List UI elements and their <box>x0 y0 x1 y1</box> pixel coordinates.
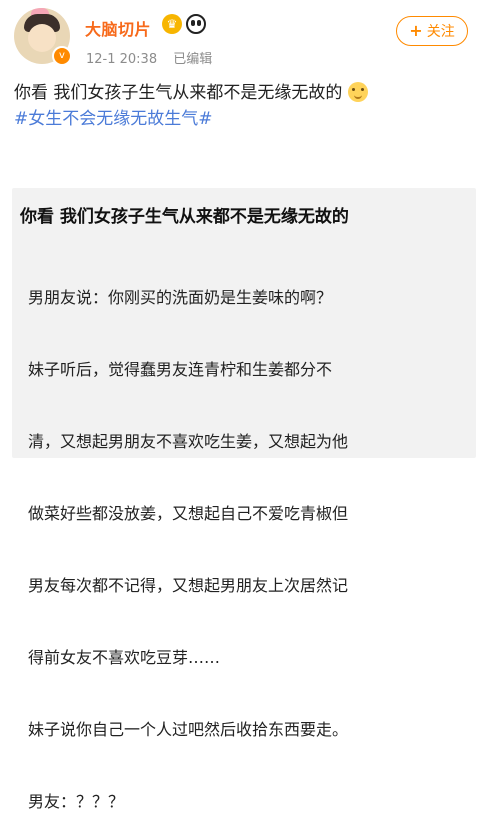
image-text-line: 男朋友说：你刚买的洗面奶是生姜味的啊？ <box>28 288 333 307</box>
image-text-line: 妹子听后，觉得蠢男友连青柠和生姜都分不 <box>28 360 333 379</box>
post-text: 你看 我们女孩子生气从来都不是无缘无故的 <box>14 83 343 103</box>
image-text-line: 妹子说你自己一个人过吧然后收拾东西要走。 <box>28 720 349 739</box>
follow-button[interactable]: + 关注 <box>396 16 468 46</box>
image-text-line: 做菜好些都没放姜，又想起自己不爱吃青椒但 <box>28 504 349 523</box>
image-text-line: 得前女友不喜欢吃豆芽…… <box>28 648 221 667</box>
edited-label: 已编辑 <box>173 52 213 67</box>
image-text-line: 男友每次都不记得，又想起男朋友上次居然记 <box>28 576 349 595</box>
post-content: 你看 我们女孩子生气从来都不是无缘无故的 #女生不会无缘无故生气# <box>14 80 474 132</box>
post-meta: 12-1 20:38 已编辑 <box>86 48 224 67</box>
happy-face-emoji-icon <box>348 82 369 102</box>
image-title: 你看 我们女孩子生气从来都不是无缘无故的 <box>20 207 349 227</box>
image-body: 男朋友说：你刚买的洗面奶是生姜味的啊？ 妹子听后，觉得蠢男友连青柠和生姜都分不 … <box>28 238 468 838</box>
follow-label: 关注 <box>426 24 455 40</box>
post-text-line: 你看 我们女孩子生气从来都不是无缘无故的 <box>14 80 474 106</box>
plus-icon: + <box>409 21 423 40</box>
post-header: v 大脑切片 ♛ 12-1 20:38 已编辑 + 关注 <box>0 0 488 80</box>
panda-badge-icon[interactable] <box>186 14 206 34</box>
post-time: 12-1 20:38 <box>86 52 158 67</box>
image-text-line: 男友：？？？ <box>28 792 125 811</box>
image-text-line: 清，又想起男朋友不喜欢吃生姜，又想起为他 <box>28 432 349 451</box>
avatar-face <box>28 24 56 52</box>
verified-icon: v <box>52 46 72 66</box>
hashtag-link[interactable]: #女生不会无缘无故生气# <box>14 106 474 132</box>
username[interactable]: 大脑切片 <box>85 16 151 40</box>
crown-badge-icon[interactable]: ♛ <box>162 14 182 34</box>
